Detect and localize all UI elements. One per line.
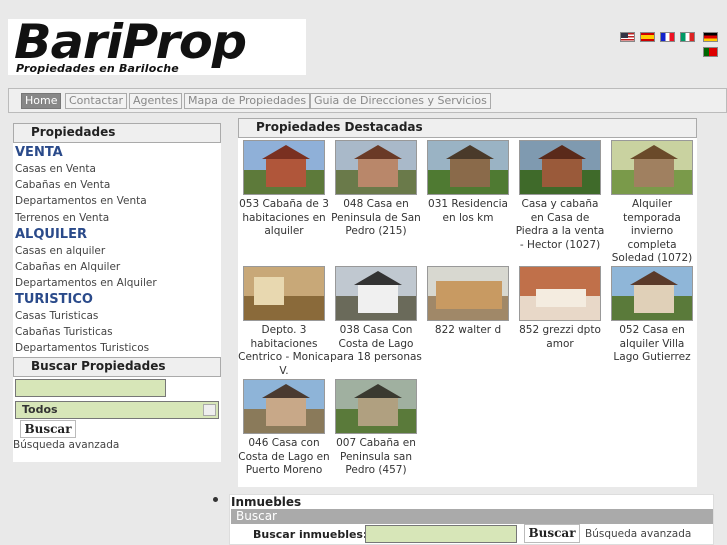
- property-card[interactable]: 038 Casa Con Costa de Lago para 18 perso…: [330, 266, 422, 365]
- property-card[interactable]: 007 Cabaña en Peninsula san Pedro (457): [330, 379, 422, 478]
- inmuebles-label: Buscar inmuebles:: [253, 528, 368, 541]
- category-turistico[interactable]: TURISTICO: [15, 292, 93, 307]
- property-caption[interactable]: 052 Casa en alquiler Villa Lago Gutierre…: [606, 324, 698, 365]
- inmuebles-bar: Buscar: [231, 509, 713, 524]
- search-input[interactable]: [15, 379, 166, 397]
- nav-guia[interactable]: Guia de Direcciones y Servicios: [310, 93, 491, 109]
- flag-fr-icon[interactable]: [660, 32, 675, 42]
- nav-contactar[interactable]: Contactar: [65, 93, 128, 109]
- property-caption[interactable]: 053 Cabaña de 3 habitaciones en alquiler: [238, 198, 330, 239]
- category-alquiler[interactable]: ALQUILER: [15, 227, 87, 242]
- sidebar-title: Propiedades: [13, 123, 221, 143]
- property-photo[interactable]: [519, 140, 601, 195]
- property-photo[interactable]: [427, 266, 509, 321]
- nav-home[interactable]: Home: [21, 93, 62, 109]
- property-card[interactable]: 048 Casa en Peninsula de San Pedro (215): [330, 140, 422, 239]
- property-card[interactable]: 031 Residencia en los km: [422, 140, 514, 225]
- main-nav: Home Contactar Agentes Mapa de Propiedad…: [8, 88, 727, 113]
- property-photo[interactable]: [335, 379, 417, 434]
- logo-subtitle: Propiedades en Bariloche: [16, 62, 179, 75]
- link-deptos-alquiler[interactable]: Departamentos en Alquiler: [15, 277, 157, 289]
- property-photo[interactable]: [611, 266, 693, 321]
- property-photo[interactable]: [519, 266, 601, 321]
- select-value: Todos: [22, 403, 58, 416]
- property-card[interactable]: Alquiler temporada invierno completa Sol…: [606, 140, 698, 266]
- logo[interactable]: BariProp Propiedades en Bariloche: [8, 15, 306, 75]
- flag-de-icon[interactable]: [703, 32, 718, 42]
- property-card[interactable]: 052 Casa en alquiler Villa Lago Gutierre…: [606, 266, 698, 365]
- inmuebles-advanced-link[interactable]: Búsqueda avanzada: [585, 528, 691, 540]
- link-casas-venta[interactable]: Casas en Venta: [15, 163, 96, 175]
- featured-properties: Propiedades Destacadas 053 Cabaña de 3 h…: [238, 118, 697, 487]
- flag-es-icon[interactable]: [640, 32, 655, 42]
- inmuebles-search-input[interactable]: [365, 525, 517, 543]
- search-title: Buscar Propiedades: [13, 357, 221, 377]
- inmuebles-title: Inmuebles: [231, 495, 302, 509]
- sidebar: Propiedades VENTA Casas en Venta Cabañas…: [13, 123, 221, 462]
- featured-title: Propiedades Destacadas: [238, 118, 697, 138]
- flag-it-icon[interactable]: [680, 32, 695, 42]
- property-card[interactable]: Casa y cabaña en Casa de Piedra a la ven…: [514, 140, 606, 252]
- advanced-search-link[interactable]: Búsqueda avanzada: [13, 439, 119, 451]
- nav-mapa[interactable]: Mapa de Propiedades: [184, 93, 311, 109]
- link-cabanas-venta[interactable]: Cabañas en Venta: [15, 179, 110, 191]
- property-caption[interactable]: 046 Casa con Costa de Lago en Puerto Mor…: [238, 437, 330, 478]
- property-card[interactable]: 852 grezzi dpto amor: [514, 266, 606, 351]
- property-caption[interactable]: 031 Residencia en los km: [422, 198, 514, 225]
- property-photo[interactable]: [335, 140, 417, 195]
- property-caption[interactable]: 007 Cabaña en Peninsula san Pedro (457): [330, 437, 422, 478]
- link-deptos-venta[interactable]: Departamentos en Venta: [15, 195, 147, 207]
- property-caption[interactable]: Casa y cabaña en Casa de Piedra a la ven…: [514, 198, 606, 252]
- property-caption[interactable]: 852 grezzi dpto amor: [514, 324, 606, 351]
- property-caption[interactable]: 048 Casa en Peninsula de San Pedro (215): [330, 198, 422, 239]
- flag-pt-icon[interactable]: [703, 47, 718, 57]
- link-terrenos-venta[interactable]: Terrenos en Venta: [15, 212, 109, 224]
- property-card[interactable]: 822 walter d: [422, 266, 514, 338]
- property-photo[interactable]: [611, 140, 693, 195]
- property-card[interactable]: Depto. 3 habitaciones Centrico - Monica …: [238, 266, 330, 378]
- property-card[interactable]: 053 Cabaña de 3 habitaciones en alquiler: [238, 140, 330, 239]
- property-caption[interactable]: 038 Casa Con Costa de Lago para 18 perso…: [330, 324, 422, 365]
- inmuebles-search: Inmuebles Buscar Buscar inmuebles: Busca…: [229, 494, 714, 545]
- header: BariProp Propiedades en Bariloche: [0, 0, 727, 85]
- property-type-select[interactable]: Todos: [15, 401, 219, 419]
- property-photo[interactable]: [243, 379, 325, 434]
- flag-us-icon[interactable]: [620, 32, 635, 42]
- property-card[interactable]: 046 Casa con Costa de Lago en Puerto Mor…: [238, 379, 330, 478]
- nav-agentes[interactable]: Agentes: [129, 93, 183, 109]
- link-cabanas-turisticas[interactable]: Cabañas Turisticas: [15, 326, 113, 338]
- link-deptos-turisticos[interactable]: Departamentos Turisticos: [15, 342, 149, 354]
- search-button[interactable]: Buscar: [20, 420, 76, 438]
- property-caption[interactable]: Depto. 3 habitaciones Centrico - Monica …: [238, 324, 330, 378]
- property-caption[interactable]: Alquiler temporada invierno completa Sol…: [606, 198, 698, 266]
- link-cabanas-alquiler[interactable]: Cabañas en Alquiler: [15, 261, 120, 273]
- property-photo[interactable]: [243, 266, 325, 321]
- category-venta[interactable]: VENTA: [15, 145, 63, 160]
- property-photo[interactable]: [427, 140, 509, 195]
- property-photo[interactable]: [335, 266, 417, 321]
- inmuebles-search-button[interactable]: Buscar: [524, 524, 580, 543]
- property-photo[interactable]: [243, 140, 325, 195]
- link-casas-turisticas[interactable]: Casas Turisticas: [15, 310, 98, 322]
- link-casas-alquiler[interactable]: Casas en alquiler: [15, 245, 105, 257]
- chevron-down-icon[interactable]: [203, 404, 216, 416]
- list-bullet: [213, 497, 218, 502]
- property-caption[interactable]: 822 walter d: [422, 324, 514, 338]
